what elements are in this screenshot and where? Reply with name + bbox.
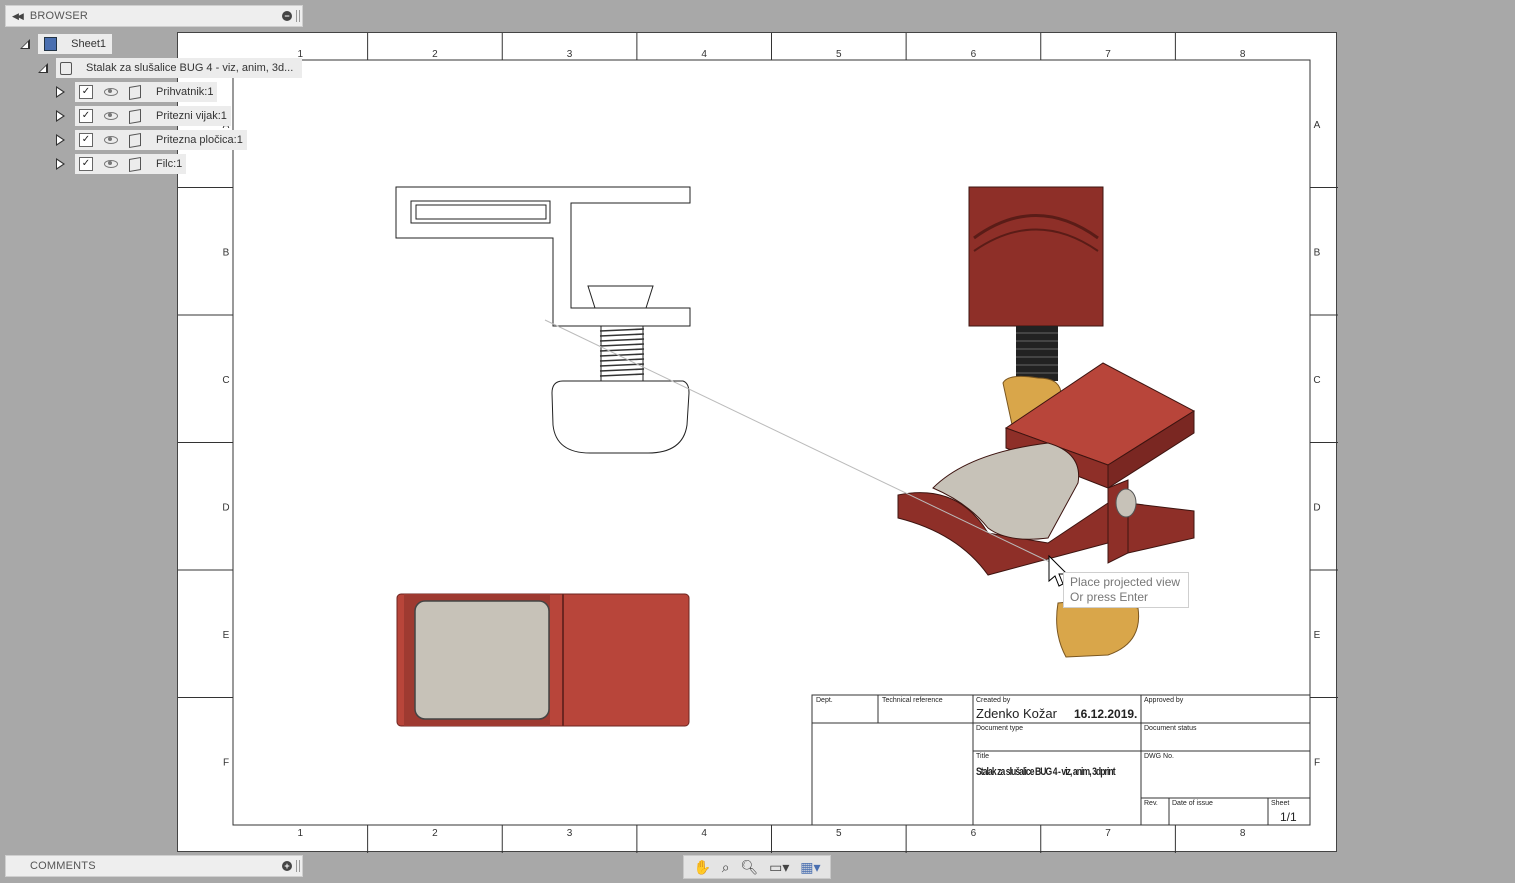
title-block-frame — [811, 694, 1311, 826]
zone-label-col: 7 — [1105, 828, 1111, 839]
front-view[interactable] — [395, 186, 691, 454]
zone-label-col: 6 — [971, 828, 977, 839]
tooltip-line-1: Place projected view — [1070, 575, 1181, 589]
eye-icon[interactable] — [104, 136, 118, 144]
zone-label-col: 5 — [836, 49, 842, 60]
zone-label-col: 1 — [298, 828, 304, 839]
collapse-panel-icon[interactable]: − — [282, 11, 292, 21]
isometric-view[interactable] — [897, 362, 1196, 658]
projection-guide-line — [544, 319, 1059, 567]
component-icon — [129, 156, 141, 172]
zone-label-col: 5 — [836, 828, 842, 839]
zone-label-col: 2 — [432, 49, 438, 60]
zone-label-row: B — [1314, 247, 1321, 258]
pan-icon[interactable]: ✋ — [693, 859, 710, 876]
zone-label-col: 8 — [1240, 49, 1246, 60]
zone-label-row: B — [223, 247, 230, 258]
side-view[interactable] — [968, 186, 1104, 381]
comments-title: COMMENTS — [30, 860, 96, 872]
visibility-checkbox[interactable]: ✓ — [79, 85, 93, 99]
browser-title: BROWSER — [29, 10, 89, 22]
grid-icon[interactable]: ▦▾ — [800, 859, 820, 876]
expand-triangle-icon[interactable] — [56, 158, 65, 170]
add-comment-icon[interactable]: + — [282, 861, 292, 871]
tree-row-component[interactable]: ✓ Filc:1 — [56, 153, 187, 175]
component-node[interactable]: ✓ Prihvatnik:1 — [75, 82, 218, 102]
panel-grip-icon[interactable] — [296, 860, 300, 872]
zone-label-col: 3 — [567, 49, 573, 60]
comments-panel-header[interactable]: COMMENTS + — [5, 855, 303, 877]
tree-row-component[interactable]: ✓ Pritezni vijak:1 — [56, 105, 231, 127]
visibility-checkbox[interactable]: ✓ — [79, 157, 93, 171]
tree-row-component[interactable]: ✓ Prihvatnik:1 — [56, 81, 218, 103]
zone-label-row: D — [1313, 502, 1320, 513]
component-label: Pritezna pločica:1 — [156, 134, 243, 146]
zone-label-col: 8 — [1240, 828, 1246, 839]
expand-triangle-icon[interactable] — [56, 110, 65, 122]
tree-row-sheet[interactable]: Sheet1 — [20, 33, 112, 55]
eye-icon[interactable] — [104, 112, 118, 120]
drawing-canvas[interactable]: 1122334455667788AABBCCDDEEFF — [178, 33, 1338, 853]
eye-icon[interactable] — [104, 160, 118, 168]
component-label: Filc:1 — [156, 158, 183, 170]
zone-label-col: 2 — [432, 828, 438, 839]
tooltip-line-2: Or press Enter — [1070, 590, 1149, 604]
zone-label-row: A — [1314, 120, 1321, 131]
panel-grip-icon[interactable] — [296, 10, 300, 22]
sheet-icon — [44, 37, 58, 51]
document-icon — [60, 61, 72, 75]
expand-triangle-icon[interactable] — [20, 39, 30, 49]
visibility-checkbox[interactable]: ✓ — [79, 133, 93, 147]
collapse-arrows-icon[interactable]: ◀◀ — [12, 11, 24, 22]
component-icon — [129, 108, 141, 124]
zone-label-col: 7 — [1105, 49, 1111, 60]
sheet-node[interactable]: Sheet1 — [38, 34, 112, 54]
expand-triangle-icon[interactable] — [38, 63, 48, 73]
visibility-checkbox[interactable]: ✓ — [79, 109, 93, 123]
top-view[interactable] — [396, 593, 690, 727]
component-label: Prihvatnik:1 — [156, 86, 214, 98]
zone-label-row: C — [1313, 375, 1320, 386]
zone-label-row: F — [1314, 757, 1320, 768]
drawing-sheet[interactable]: 1122334455667788AABBCCDDEEFF — [177, 32, 1338, 853]
component-node[interactable]: ✓ Filc:1 — [75, 154, 187, 174]
zone-label-row: E — [1314, 630, 1321, 641]
zone-label-col: 6 — [971, 49, 977, 60]
zone-label-col: 4 — [701, 49, 707, 60]
zone-label-col: 3 — [567, 828, 573, 839]
display-settings-icon[interactable]: ▭▾ — [769, 859, 789, 876]
navigation-toolbar: ✋ ⌕ 🔍︎ ▭▾ ▦▾ — [683, 855, 831, 879]
tree-row-component[interactable]: ✓ Pritezna pločica:1 — [56, 129, 247, 151]
zoom-window-icon[interactable]: ⌕ — [722, 859, 730, 876]
sheet-label: Sheet1 — [71, 38, 106, 50]
zone-label-row: C — [222, 375, 229, 386]
document-node[interactable]: Stalak za slušalice BUG 4 - viz, anim, 3… — [56, 58, 302, 78]
component-node[interactable]: ✓ Pritezni vijak:1 — [75, 106, 231, 126]
component-node[interactable]: ✓ Pritezna pločica:1 — [75, 130, 247, 150]
document-label: Stalak za slušalice BUG 4 - viz, anim, 3… — [86, 62, 294, 74]
browser-panel-header[interactable]: ◀◀ BROWSER − — [5, 5, 303, 27]
zoom-icon[interactable]: 🔍︎ — [740, 859, 758, 876]
tree-row-document[interactable]: Stalak za slušalice BUG 4 - viz, anim, 3… — [38, 57, 302, 79]
eye-icon[interactable] — [104, 88, 118, 96]
component-icon — [129, 84, 141, 100]
placement-tooltip: Place projected view Or press Enter — [1063, 572, 1189, 608]
expand-triangle-icon[interactable] — [56, 134, 65, 146]
zone-label-row: D — [222, 502, 229, 513]
zone-label-row: E — [223, 630, 230, 641]
component-label: Pritezni vijak:1 — [156, 110, 227, 122]
zone-label-col: 4 — [701, 828, 707, 839]
zone-label-row: F — [223, 757, 229, 768]
component-icon — [129, 132, 141, 148]
expand-triangle-icon[interactable] — [56, 86, 65, 98]
